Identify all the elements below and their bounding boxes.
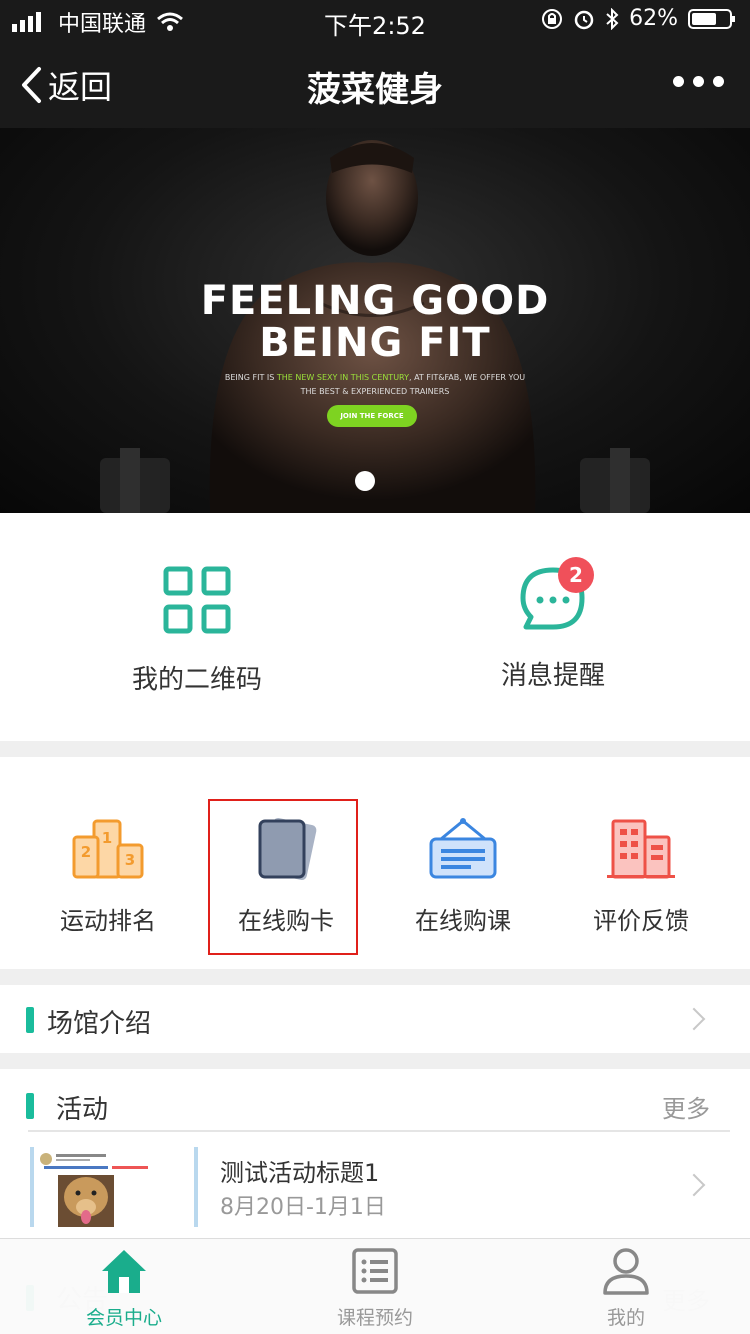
activity-more-link[interactable]: 更多 — [662, 1089, 710, 1124]
message-reminder-label: 消息提醒 — [500, 661, 605, 691]
banner-sub-line1: BEING FIT IS THE NEW SEXY IN THIS CENTUR… — [0, 371, 750, 385]
tab-member-center[interactable]: 会员中心 — [44, 1247, 204, 1330]
page-title: 菠菜健身 — [307, 70, 443, 110]
user-icon — [603, 1248, 649, 1295]
battery-icon — [688, 8, 735, 29]
message-icon-wrap: 2 — [518, 557, 594, 635]
divider — [28, 1130, 730, 1132]
nav-bar: 返回 菠菜健身 — [0, 40, 750, 128]
activity-title: 活动 — [56, 1095, 109, 1125]
feedback-label: 评价反馈 — [593, 907, 689, 935]
building-icon — [607, 819, 675, 879]
back-label: 返回 — [48, 68, 113, 106]
dog-photo-image — [40, 1153, 148, 1227]
unread-badge: 2 — [558, 557, 594, 593]
more-dot-icon — [673, 76, 684, 87]
venue-intro-row[interactable]: 场馆介绍 — [0, 985, 750, 1053]
sports-ranking-button[interactable]: 1 2 3 运动排名 — [18, 817, 198, 936]
banner-sub-suffix: , AT FIT&FAB, WE OFFER YOU — [408, 373, 526, 382]
svg-text:2: 2 — [81, 843, 91, 861]
annotation-highlight-box — [208, 799, 358, 955]
svg-text:1: 1 — [102, 829, 112, 847]
chevron-left-icon — [22, 67, 41, 103]
activity-item-title: 测试活动标题1 — [220, 1159, 380, 1187]
svg-text:3: 3 — [125, 851, 135, 869]
status-bar: 中国联通 下午2:52 62% — [0, 0, 750, 40]
podium-icon: 1 2 3 — [72, 819, 144, 879]
tab-mine-label: 我的 — [606, 1307, 645, 1329]
alarm-icon — [574, 10, 594, 29]
my-qr-code-button[interactable]: 我的二维码 — [57, 565, 337, 696]
quick-actions-panel: 我的二维码 2 消息提醒 — [0, 513, 750, 741]
banner-subtitle: BEING FIT IS THE NEW SEXY IN THIS CENTUR… — [0, 371, 750, 399]
more-dot-icon — [713, 76, 724, 87]
feedback-button[interactable]: 评价反馈 — [551, 817, 731, 936]
hero-banner[interactable]: FEELING GOOD BEING FIT BEING FIT IS THE … — [0, 128, 750, 513]
buy-course-online-button[interactable]: 在线购课 — [373, 817, 553, 936]
join-the-force-button[interactable]: JOIN THE FORCE — [327, 405, 417, 427]
banner-headline-line1: FEELING GOOD — [200, 278, 550, 324]
buy-course-online-label: 在线购课 — [415, 907, 511, 935]
banner-sub-prefix: BEING FIT IS — [224, 373, 277, 382]
hanging-sign-icon — [429, 818, 497, 879]
section-accent-bar — [26, 1093, 34, 1119]
banner-headline-line2: BEING FIT — [259, 320, 491, 366]
message-reminder-button[interactable]: 2 消息提醒 — [413, 557, 693, 692]
back-button[interactable]: 返回 — [20, 62, 112, 108]
home-icon — [102, 1250, 146, 1293]
my-qr-code-label: 我的二维码 — [131, 665, 262, 695]
bluetooth-icon — [606, 7, 619, 30]
tab-member-center-label: 会员中心 — [85, 1307, 162, 1329]
more-dot-icon — [693, 76, 704, 87]
more-menu-button[interactable] — [673, 76, 724, 87]
status-right: 62% — [541, 6, 736, 31]
section-accent-bar — [26, 1007, 34, 1033]
tab-course-booking-label: 课程预约 — [336, 1307, 413, 1329]
banner-sub-highlight: THE NEW SEXY IN THIS CENTURY — [276, 373, 409, 382]
battery-percent: 62% — [629, 6, 678, 31]
list-icon — [352, 1248, 398, 1294]
bottom-tab-bar: 会员中心 课程预约 我的 — [0, 1238, 750, 1334]
sports-ranking-label: 运动排名 — [60, 907, 156, 935]
qr-code-icon — [162, 566, 232, 634]
chevron-right-icon — [682, 1173, 706, 1197]
activity-thumbnail — [30, 1147, 198, 1227]
activity-item-date: 8月20日-1月1日 — [220, 1195, 386, 1220]
tab-course-booking[interactable]: 课程预约 — [295, 1247, 455, 1330]
chevron-right-icon — [682, 1007, 706, 1031]
tab-mine[interactable]: 我的 — [546, 1247, 706, 1330]
feature-menu-panel: 1 2 3 运动排名 在线购卡 在线购课 评价反馈 — [0, 757, 750, 969]
banner-headline: FEELING GOOD BEING FIT — [0, 280, 750, 364]
carousel-indicator-dot[interactable] — [355, 471, 375, 491]
banner-sub-line2: THE BEST & EXPERIENCED TRAINERS — [300, 387, 450, 396]
rotation-lock-icon — [542, 8, 563, 29]
venue-intro-title: 场馆介绍 — [47, 1009, 152, 1039]
